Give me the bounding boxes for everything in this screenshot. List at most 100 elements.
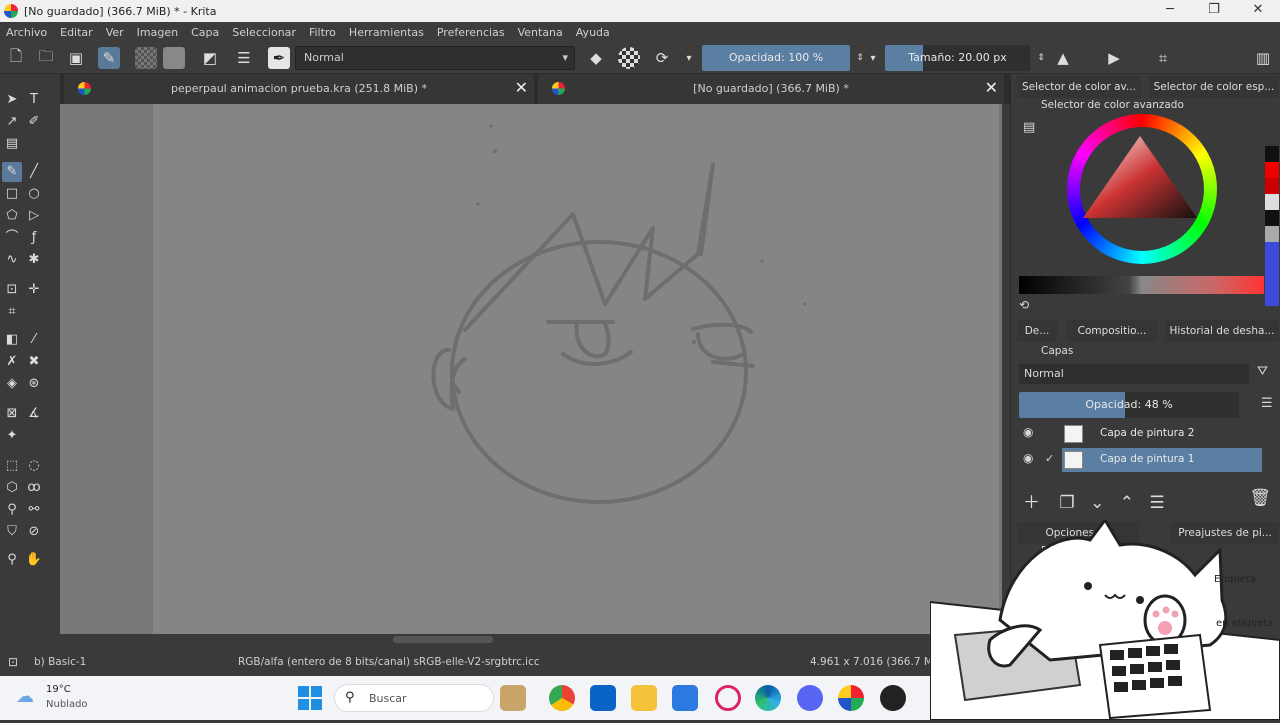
- magnetic-select-icon[interactable]: ⊘: [24, 522, 44, 542]
- saturation-triangle[interactable]: [1067, 114, 1217, 264]
- search-box[interactable]: ⚲ Buscar: [334, 684, 494, 712]
- crop-tool-icon[interactable]: ⌗: [2, 302, 22, 322]
- menu-ventana[interactable]: Ventana: [518, 26, 563, 39]
- menu-herramientas[interactable]: Herramientas: [349, 26, 424, 39]
- outlook-icon[interactable]: [590, 685, 616, 711]
- menu-capa[interactable]: Capa: [191, 26, 219, 39]
- zoom-tool-icon[interactable]: ⚲: [2, 550, 22, 570]
- scroll-thumb[interactable]: [393, 636, 493, 643]
- edge-icon[interactable]: [755, 685, 781, 711]
- polygon-select-icon[interactable]: ⬡: [2, 478, 22, 498]
- pan-pin-icon[interactable]: ✦: [2, 426, 22, 446]
- tab-advanced-color-selector[interactable]: Selector de color av...: [1017, 76, 1141, 98]
- open-document-icon[interactable]: 🗀: [35, 47, 57, 69]
- smart-patch-icon[interactable]: ✖: [24, 352, 44, 372]
- eraser-icon[interactable]: ◆: [585, 47, 607, 69]
- freehand-path-icon[interactable]: ƒ: [24, 228, 44, 248]
- chrome-icon[interactable]: [549, 685, 575, 711]
- windows-start-icon[interactable]: [298, 686, 322, 710]
- pattern-icon[interactable]: [135, 47, 157, 69]
- text-tool-icon[interactable]: T: [24, 90, 44, 110]
- visibility-eye-icon[interactable]: ◉: [1023, 451, 1033, 465]
- tab-document-1[interactable]: peperpaul animacion prueba.kra (251.8 Mi…: [64, 74, 534, 104]
- add-layer-icon[interactable]: ＋: [1023, 493, 1040, 513]
- color-history-strip[interactable]: [1265, 146, 1279, 306]
- obs-icon[interactable]: [880, 685, 906, 711]
- blend-mode-select[interactable]: Normal ▾: [295, 46, 575, 70]
- duplicate-layer-icon[interactable]: ❐: [1059, 493, 1074, 513]
- ellipse-tool-icon[interactable]: ○: [24, 184, 44, 204]
- delete-layer-icon[interactable]: 🗑: [1249, 488, 1271, 508]
- freehand-select-icon[interactable]: ꝏ: [24, 478, 44, 498]
- maximize-button[interactable]: ❐: [1192, 0, 1236, 22]
- enclose-fill-icon[interactable]: ⊛: [24, 374, 44, 394]
- menu-ayuda[interactable]: Ayuda: [576, 26, 610, 39]
- chevron-down-icon[interactable]: ▾: [678, 47, 700, 69]
- save-icon[interactable]: ▣: [65, 47, 87, 69]
- menu-preferencias[interactable]: Preferencias: [437, 26, 505, 39]
- minimize-button[interactable]: ─: [1148, 0, 1192, 22]
- layer-row[interactable]: Capa de pintura 2: [1062, 422, 1262, 446]
- krita-taskbar-icon[interactable]: [838, 685, 864, 711]
- hue-ring[interactable]: [1067, 114, 1217, 264]
- dynamic-brush-icon[interactable]: ∿: [2, 250, 22, 270]
- color-picker-icon[interactable]: ⁄: [24, 330, 44, 350]
- canvas-document[interactable]: [153, 104, 999, 634]
- opera-icon[interactable]: [715, 685, 741, 711]
- store-icon[interactable]: [672, 685, 698, 711]
- fill-tool-icon[interactable]: ◈: [2, 374, 22, 394]
- tab-undo-history[interactable]: Historial de desha...: [1165, 320, 1279, 342]
- layer-stack-icon[interactable]: ☰: [233, 47, 255, 69]
- tab-document-2[interactable]: [No guardado] (366.7 MiB) * ✕: [538, 74, 1004, 104]
- mirror-vertical-icon[interactable]: ▶: [1103, 47, 1125, 69]
- freehand-brush-icon[interactable]: ✎: [2, 162, 22, 182]
- tab-composition[interactable]: Compositio...: [1067, 320, 1157, 342]
- line-tool-icon[interactable]: ╱: [24, 162, 44, 182]
- polygon-tool-icon[interactable]: ⬠: [2, 206, 22, 226]
- opacity-slider[interactable]: Opacidad: 100 %: [702, 45, 850, 71]
- crop-icon[interactable]: ⌗: [1152, 47, 1174, 69]
- reset-color-icon[interactable]: ⟲: [1019, 298, 1029, 312]
- layer-row-selected[interactable]: Capa de pintura 1: [1062, 448, 1262, 472]
- bezier-select-icon[interactable]: ⛉: [2, 522, 22, 542]
- toggle-docker-icon[interactable]: ▥: [1252, 47, 1274, 69]
- similar-select-icon[interactable]: ⚯: [24, 500, 44, 520]
- alpha-lock-icon[interactable]: [618, 47, 640, 69]
- menu-imagen[interactable]: Imagen: [137, 26, 178, 39]
- close-window-button[interactable]: ✕: [1236, 0, 1280, 22]
- chevron-down-icon[interactable]: ▾: [862, 47, 884, 69]
- menu-editar[interactable]: Editar: [60, 26, 93, 39]
- filter-icon[interactable]: ⛛: [1257, 364, 1268, 379]
- colorize-mask-icon[interactable]: ✗: [2, 352, 22, 372]
- fg-bg-color-icon[interactable]: ◩: [199, 47, 221, 69]
- selector-settings-icon[interactable]: ▤: [1023, 120, 1035, 135]
- close-icon[interactable]: ✕: [515, 78, 528, 97]
- mirror-horizontal-icon[interactable]: ▲: [1052, 47, 1074, 69]
- move-down-icon[interactable]: ⌄: [1090, 493, 1104, 513]
- gradient-icon[interactable]: [163, 47, 185, 69]
- size-stepper[interactable]: ⇕: [1030, 47, 1052, 69]
- shade-selector[interactable]: [1019, 276, 1264, 294]
- calligraphy-icon[interactable]: ✐: [24, 112, 44, 132]
- select-shapes-icon[interactable]: ➤: [2, 90, 22, 110]
- visibility-eye-icon[interactable]: ◉: [1023, 425, 1033, 439]
- layer-menu-icon[interactable]: ☰: [1261, 396, 1273, 411]
- discord-icon[interactable]: [797, 685, 823, 711]
- reference-image-icon[interactable]: ▤: [2, 134, 22, 154]
- assistant-tool-icon[interactable]: ⊠: [2, 404, 22, 424]
- move-up-icon[interactable]: ⌃: [1120, 493, 1134, 513]
- move-tool-icon[interactable]: ✛: [24, 280, 44, 300]
- menu-filtro[interactable]: Filtro: [309, 26, 336, 39]
- close-icon[interactable]: ✕: [985, 78, 998, 97]
- menu-ver[interactable]: Ver: [106, 26, 124, 39]
- transform-tool-icon[interactable]: ⊡: [2, 280, 22, 300]
- tab-specific-color-selector[interactable]: Selector de color esp...: [1149, 76, 1279, 98]
- file-explorer-icon[interactable]: [631, 685, 657, 711]
- layer-opacity-slider[interactable]: Opacidad: 48 %: [1019, 392, 1239, 418]
- check-icon[interactable]: ✓: [1045, 452, 1054, 465]
- pan-tool-icon[interactable]: ✋: [24, 550, 44, 570]
- menu-seleccionar[interactable]: Seleccionar: [232, 26, 296, 39]
- gradient-tool-icon[interactable]: ◧: [2, 330, 22, 350]
- ellipse-select-icon[interactable]: ◌: [24, 456, 44, 476]
- brush-editor-icon[interactable]: ✎: [98, 47, 120, 69]
